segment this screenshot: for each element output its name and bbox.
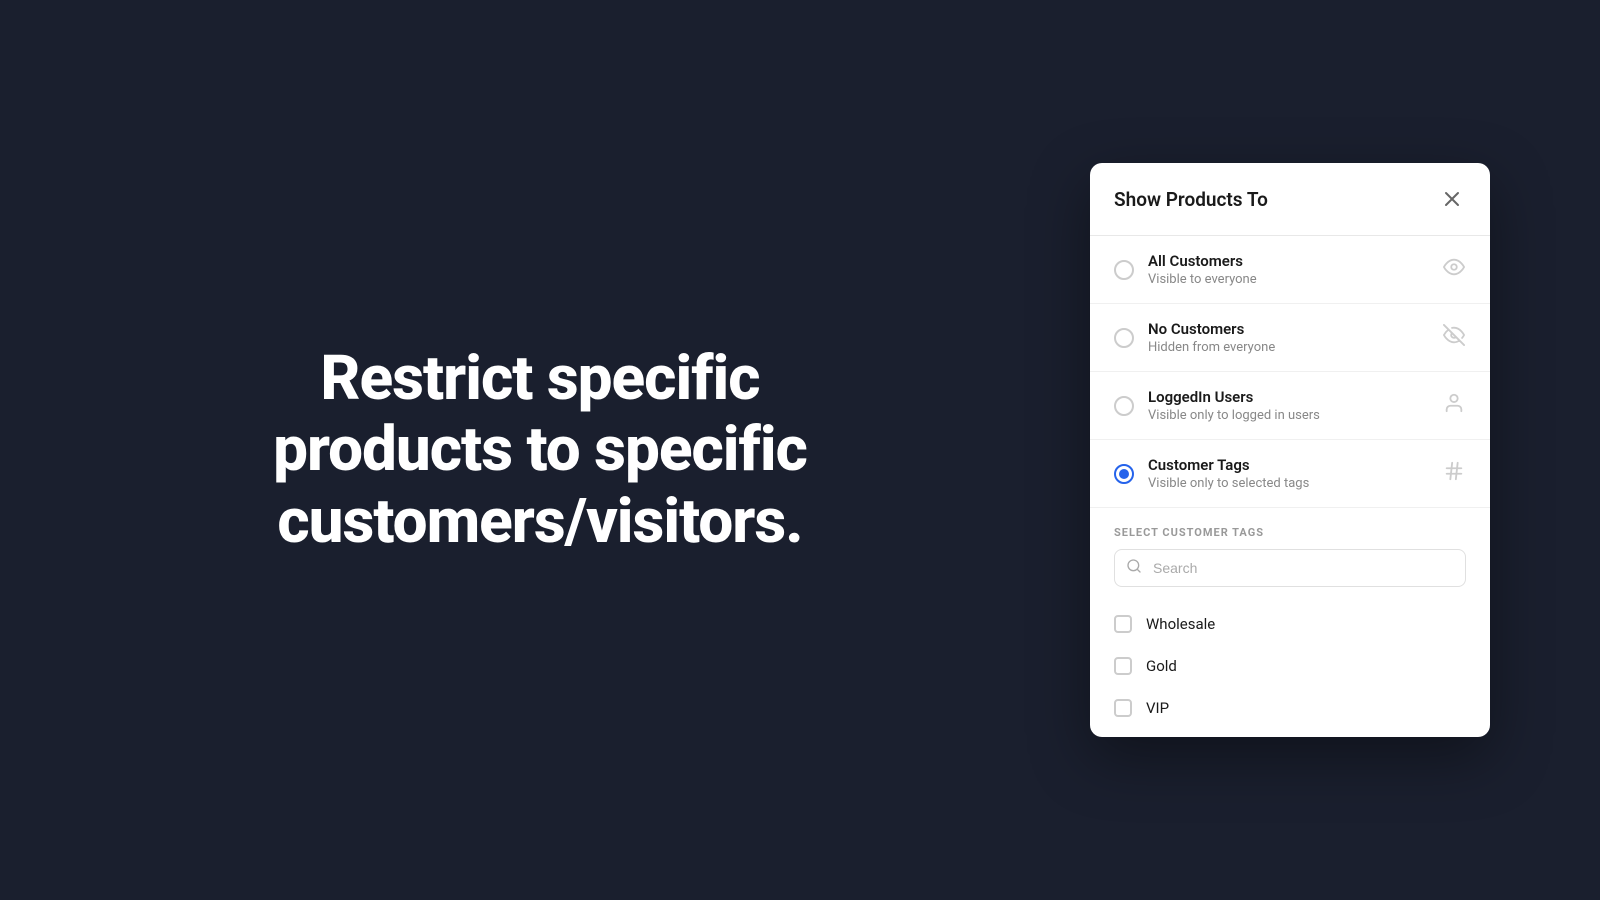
option-customer-tags[interactable]: Customer Tags Visible only to selected t…	[1090, 440, 1490, 508]
checkbox-wholesale[interactable]	[1114, 615, 1132, 633]
eye-off-icon	[1442, 324, 1466, 351]
option-no-customers-desc: Hidden from everyone	[1148, 340, 1432, 355]
tag-label-vip: VIP	[1146, 699, 1169, 717]
checkbox-gold[interactable]	[1114, 657, 1132, 675]
radio-all-customers[interactable]	[1114, 260, 1134, 280]
radio-customer-tags[interactable]	[1114, 464, 1134, 484]
option-all-customers-text: All Customers Visible to everyone	[1148, 252, 1432, 287]
option-no-customers-text: No Customers Hidden from everyone	[1148, 320, 1432, 355]
show-products-modal: Show Products To All Customers Visible t…	[1090, 163, 1490, 737]
tags-section-label: SELECT CUSTOMER TAGS	[1090, 508, 1490, 549]
right-panel: Show Products To All Customers Visible t…	[1080, 163, 1500, 737]
tag-row-vip[interactable]: VIP	[1090, 687, 1490, 729]
tag-row-wholesale[interactable]: Wholesale	[1090, 603, 1490, 645]
tag-label-gold: Gold	[1146, 657, 1177, 675]
modal-body: All Customers Visible to everyone No Cus…	[1090, 236, 1490, 737]
left-panel: Restrict specific products to specific c…	[0, 283, 1080, 617]
option-no-customers[interactable]: No Customers Hidden from everyone	[1090, 304, 1490, 372]
modal-title: Show Products To	[1114, 188, 1268, 211]
option-all-customers-desc: Visible to everyone	[1148, 272, 1432, 287]
search-input[interactable]	[1114, 549, 1466, 587]
user-icon	[1442, 392, 1466, 419]
option-loggedin-users[interactable]: LoggedIn Users Visible only to logged in…	[1090, 372, 1490, 440]
search-icon	[1126, 558, 1142, 578]
close-button[interactable]	[1438, 185, 1466, 213]
option-loggedin-desc: Visible only to logged in users	[1148, 408, 1432, 423]
tag-label-wholesale: Wholesale	[1146, 615, 1215, 633]
tag-row-gold[interactable]: Gold	[1090, 645, 1490, 687]
hero-heading: Restrict specific products to specific c…	[273, 343, 807, 557]
search-wrapper	[1114, 549, 1466, 587]
checkbox-vip[interactable]	[1114, 699, 1132, 717]
eye-icon	[1442, 256, 1466, 283]
close-icon	[1444, 191, 1460, 207]
option-loggedin-text: LoggedIn Users Visible only to logged in…	[1148, 388, 1432, 423]
option-all-customers-label: All Customers	[1148, 252, 1432, 270]
option-all-customers[interactable]: All Customers Visible to everyone	[1090, 236, 1490, 304]
hash-icon	[1442, 460, 1466, 487]
option-tags-desc: Visible only to selected tags	[1148, 476, 1432, 491]
tag-list: Wholesale Gold VIP	[1090, 599, 1490, 737]
modal-header: Show Products To	[1090, 163, 1490, 236]
option-tags-label: Customer Tags	[1148, 456, 1432, 474]
option-loggedin-label: LoggedIn Users	[1148, 388, 1432, 406]
radio-loggedin-users[interactable]	[1114, 396, 1134, 416]
option-tags-text: Customer Tags Visible only to selected t…	[1148, 456, 1432, 491]
option-no-customers-label: No Customers	[1148, 320, 1432, 338]
radio-no-customers[interactable]	[1114, 328, 1134, 348]
